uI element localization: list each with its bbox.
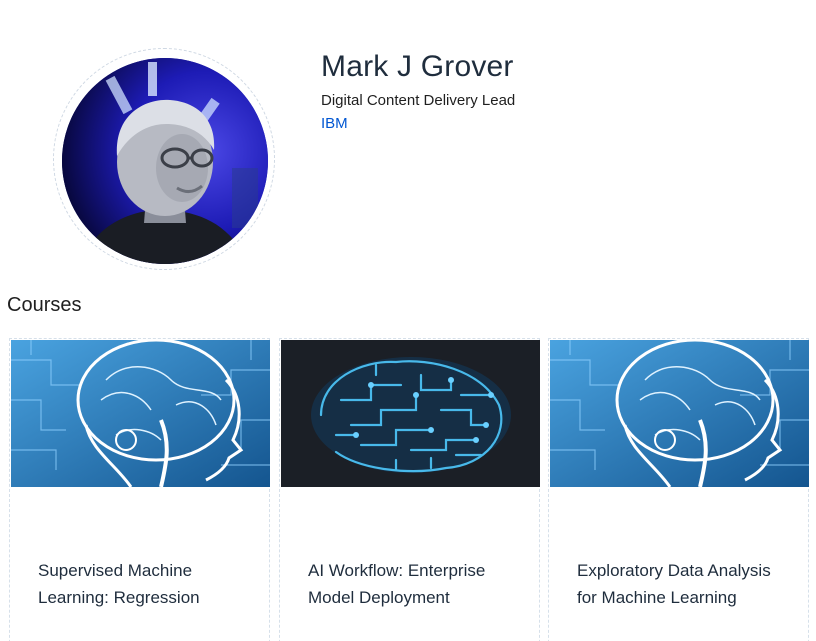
course-title[interactable]: AI Workflow: Enterprise Model Deployment [308, 557, 518, 611]
brain-circuit-image-icon [550, 340, 809, 487]
course-card[interactable]: AI Workflow: Enterprise Model Deployment [279, 338, 540, 641]
instructor-name: Mark J Grover [321, 50, 514, 83]
course-card[interactable]: Exploratory Data Analysis for Machine Le… [548, 338, 809, 641]
course-image [11, 340, 270, 487]
instructor-photo-icon [62, 58, 268, 264]
course-image [281, 340, 540, 487]
courses-heading: Courses [7, 294, 82, 316]
circuit-brain-image-icon [281, 340, 540, 487]
course-card-list: Supervised Machine Learning: Regression [9, 338, 809, 641]
course-title[interactable]: Exploratory Data Analysis for Machine Le… [577, 557, 787, 611]
course-title[interactable]: Supervised Machine Learning: Regression [38, 557, 248, 611]
instructor-organization-link[interactable]: IBM [321, 115, 348, 132]
brain-circuit-image-icon [11, 340, 270, 487]
avatar [62, 58, 268, 264]
course-card[interactable]: Supervised Machine Learning: Regression [9, 338, 270, 641]
instructor-profile-page: Mark J Grover Digital Content Delivery L… [0, 0, 816, 641]
course-image [550, 340, 809, 487]
instructor-title: Digital Content Delivery Lead [321, 92, 516, 109]
